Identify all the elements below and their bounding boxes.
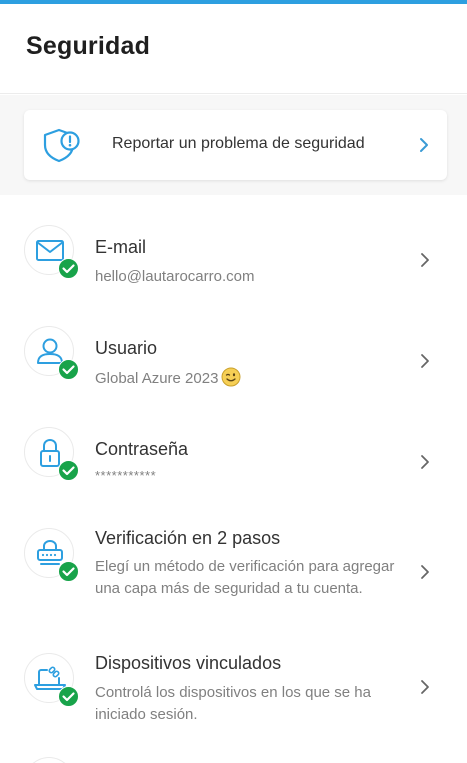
shield-alert-icon <box>43 128 80 163</box>
verified-check-icon <box>58 561 79 582</box>
page-title: Seguridad <box>26 32 151 60</box>
email-title: E-mail <box>95 237 147 257</box>
linked-devices-description: Controlá los dispositivos en los que se … <box>95 684 371 723</box>
user-title: Usuario <box>95 338 158 358</box>
verified-check-icon <box>58 258 79 279</box>
report-security-problem-button[interactable]: Reportar un problema de seguridad <box>24 110 447 180</box>
two-step-icon-circle <box>24 528 79 582</box>
password-masked-value: *********** <box>95 468 157 483</box>
user-icon-circle <box>24 326 79 380</box>
user-value: Global Azure 2023 <box>95 367 395 390</box>
security-item-two-step[interactable]: Verificación en 2 pasos Elegí un método … <box>0 520 467 630</box>
password-icon-circle <box>24 427 79 481</box>
security-options-list: E-mail hello@lautarocarro.com Usuario Gl… <box>0 195 467 763</box>
verified-check-icon <box>58 460 79 481</box>
devices-icon-circle <box>24 653 79 707</box>
security-item-user[interactable]: Usuario Global Azure 2023 <box>0 318 467 408</box>
verified-check-icon <box>58 686 79 707</box>
two-step-description: Elegí un método de verificación para agr… <box>95 558 395 597</box>
security-item-email[interactable]: E-mail hello@lautarocarro.com <box>0 217 467 307</box>
page-header: Seguridad <box>0 4 467 94</box>
verified-check-icon <box>58 359 79 380</box>
chevron-right-icon <box>420 138 428 152</box>
user-value-text: Global Azure 2023 <box>95 370 219 387</box>
wink-emoji-icon <box>221 367 241 387</box>
email-icon-circle <box>24 225 79 279</box>
email-value: hello@lautarocarro.com <box>95 268 255 285</box>
password-title: Contraseña <box>95 439 189 459</box>
chevron-right-icon <box>421 455 429 469</box>
report-security-label: Reportar un problema de seguridad <box>112 135 365 152</box>
chevron-right-icon <box>421 680 429 694</box>
linked-devices-title: Dispositivos vinculados <box>95 653 282 673</box>
security-item-linked-devices[interactable]: Dispositivos vinculados Controlá los dis… <box>0 645 467 745</box>
next-item-icon-circle <box>24 757 74 763</box>
chevron-right-icon <box>421 565 429 579</box>
chevron-right-icon <box>421 354 429 368</box>
two-step-title: Verificación en 2 pasos <box>95 528 281 548</box>
security-item-password[interactable]: Contraseña *********** <box>0 419 467 509</box>
chevron-right-icon <box>421 253 429 267</box>
